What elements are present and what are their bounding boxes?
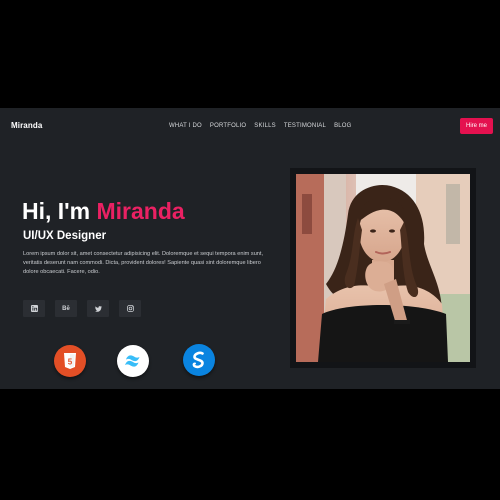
twitter-button[interactable]	[87, 300, 109, 317]
hero-description: Lorem ipsum dolor sit, amet consectetur …	[23, 251, 264, 276]
hire-me-button[interactable]: Hire me	[460, 118, 493, 134]
html5-icon: 5	[64, 353, 76, 369]
linkedin-button[interactable]	[23, 300, 45, 317]
nav-link-blog[interactable]: BLOG	[334, 123, 351, 129]
behance-icon: Bē	[62, 305, 70, 312]
behance-button[interactable]: Bē	[55, 300, 77, 317]
tailwind-icon	[125, 355, 140, 367]
hero-greeting: Hi, I'm	[22, 198, 97, 224]
tailwind-logo	[117, 345, 149, 377]
profile-photo-image	[296, 174, 470, 362]
sass-logo	[183, 344, 215, 376]
social-links: Bē	[23, 300, 141, 317]
linkedin-icon	[30, 305, 38, 312]
nav-link-testimonial[interactable]: TESTIMONIAL	[284, 123, 326, 129]
app-screen: Miranda WHAT I DO PORTFOLIO SKILLS TESTI…	[0, 108, 500, 389]
nav-menu: WHAT I DO PORTFOLIO SKILLS TESTIMONIAL B…	[169, 123, 352, 129]
nav-link-portfolio[interactable]: PORTFOLIO	[210, 123, 246, 129]
sass-icon	[192, 351, 204, 369]
html5-badge: 5	[68, 358, 73, 367]
hero-name: Miranda	[96, 198, 185, 224]
html5-logo: 5	[54, 345, 86, 377]
nav-link-what-i-do[interactable]: WHAT I DO	[169, 123, 202, 129]
twitter-icon	[94, 305, 102, 312]
instagram-button[interactable]	[119, 300, 141, 317]
nav-link-skills[interactable]: SKILLS	[254, 123, 276, 129]
hero-role: UI/UX Designer	[23, 230, 107, 242]
instagram-icon	[126, 305, 134, 312]
hero-title: Hi, I'm Miranda	[22, 198, 185, 225]
profile-photo	[296, 174, 470, 362]
brand-logo[interactable]: Miranda	[11, 121, 42, 130]
navbar: Miranda WHAT I DO PORTFOLIO SKILLS TESTI…	[0, 108, 500, 144]
